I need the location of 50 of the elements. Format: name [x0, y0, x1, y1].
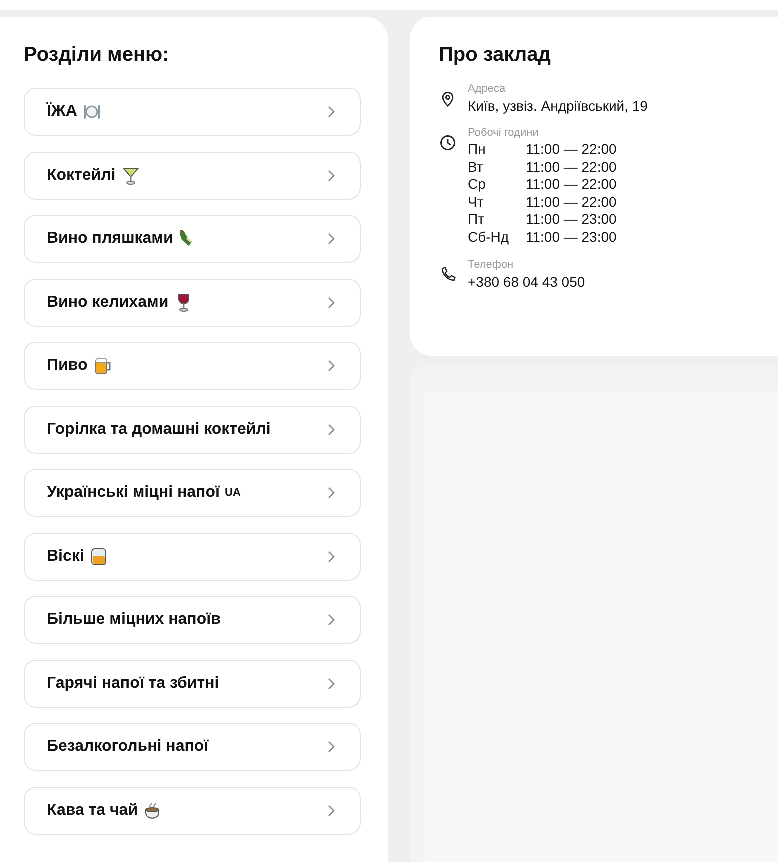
cocktail-glass-icon: [120, 166, 141, 186]
phone-label: Телефон: [468, 258, 515, 273]
chevron-right-icon: [326, 105, 336, 119]
beer-mug-icon: [92, 356, 113, 376]
chevron-right-icon: [326, 486, 336, 500]
tumbler-glass-icon: [89, 546, 110, 566]
menu-section-button[interactable]: Віскі: [24, 532, 361, 580]
weekday-text: Вт: [468, 158, 484, 176]
clock-icon: [439, 134, 457, 152]
chevron-right-icon: [326, 168, 336, 182]
chevron-right-icon: [326, 232, 336, 246]
menu-section-button[interactable]: Горілка та домашні коктейлі: [24, 406, 361, 454]
chevron-right-icon: [326, 804, 336, 818]
phone-number: +380 68 04 43 050: [468, 272, 586, 291]
menu-section-button[interactable]: Вино пляшками: [24, 215, 361, 263]
hours-text: 11:00 — 22:00: [526, 141, 617, 159]
menu-section-button[interactable]: Коктейлі: [24, 152, 361, 200]
menu-section-button[interactable]: Українські міцні напої UA: [24, 469, 361, 517]
menu-section-button[interactable]: Гарячі напої та збитні: [24, 660, 361, 708]
weekday-text: Сб-Нд: [468, 228, 510, 247]
hours-label: Робочі години: [468, 126, 540, 141]
menu-title: Розділи меню:: [24, 44, 170, 67]
menu-section-button[interactable]: Пиво: [24, 342, 361, 390]
menu-section-button[interactable]: Безалкогольні напої: [24, 723, 361, 771]
menu-section-button[interactable]: Більше міцних напоїв: [24, 596, 361, 644]
hours-text: 11:00 — 23:00: [526, 228, 617, 247]
phone-icon: [439, 266, 457, 284]
hours-text: 11:00 — 22:00: [526, 194, 617, 212]
chevron-right-icon: [326, 422, 336, 436]
chevron-right-icon: [326, 613, 336, 627]
hours-text: 11:00 — 23:00: [526, 211, 617, 229]
chevron-right-icon: [326, 359, 336, 373]
hours-text: 11:00 — 22:00: [526, 158, 617, 176]
menu-section-button[interactable]: Вино келихами: [24, 278, 361, 326]
plate-icon: [82, 102, 102, 122]
weekday-text: Ср: [468, 176, 487, 194]
flag-label: UA: [225, 487, 241, 499]
weekday-text: Пт: [468, 211, 486, 229]
address-label: Адреса: [468, 82, 507, 97]
address-text: Київ, узвіз. Андріївський, 19: [468, 97, 648, 115]
chevron-right-icon: [326, 740, 336, 754]
chevron-right-icon: [326, 676, 336, 690]
hours-text: 11:00 — 22:00: [526, 176, 617, 194]
weekday-text: Пн: [468, 141, 487, 159]
weekday-text: Чт: [468, 194, 485, 212]
menu-section-button[interactable]: ЇЖА: [24, 88, 361, 136]
chevron-right-icon: [326, 296, 336, 310]
chevron-right-icon: [326, 550, 336, 564]
about-title: Про заклад: [439, 44, 552, 67]
menu-section-button[interactable]: Кава та чай: [24, 786, 361, 834]
